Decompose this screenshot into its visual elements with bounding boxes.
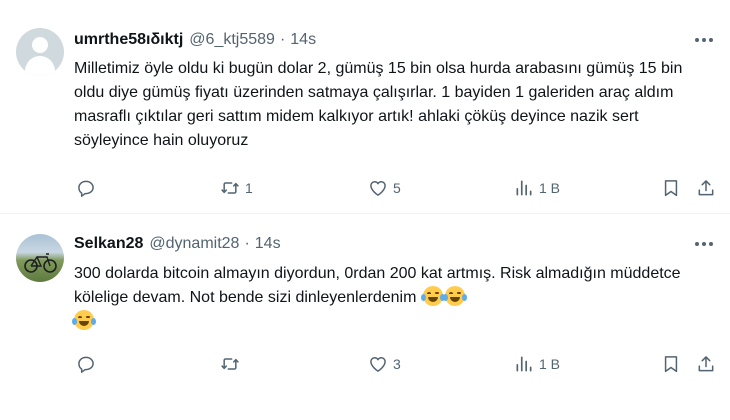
views-count: 1 B (539, 356, 561, 372)
tweet-1[interactable]: umrthe58ıδıktj @6_ktj5589 · 14s Milletim… (0, 0, 730, 213)
like-count: 3 (393, 356, 401, 372)
face-with-tears-of-joy-icon (442, 286, 467, 306)
display-name[interactable]: Selkan28 (74, 235, 143, 253)
bookmark-button[interactable] (661, 352, 681, 376)
share-button[interactable] (696, 352, 716, 376)
more-icon[interactable] (692, 236, 716, 252)
views-count: 1 B (539, 180, 561, 196)
reply-icon (78, 180, 94, 197)
tweet-2[interactable]: Selkan28 @dynamit28 · 14s 300 dolarda bi… (0, 214, 730, 420)
bookmark-icon (664, 180, 678, 197)
views-icon (516, 356, 532, 372)
face-with-tears-of-joy-icon (420, 286, 445, 306)
reply-icon (78, 356, 94, 373)
avatar[interactable] (16, 234, 64, 282)
tweet-text-body: 300 dolarda bitcoin almayın diyordun, 0r… (74, 265, 681, 306)
reply-button[interactable] (76, 352, 101, 376)
separator-dot: · (279, 31, 286, 48)
avatar-head-shape (32, 37, 48, 53)
bicycle-icon (24, 253, 57, 273)
bookmark-button[interactable] (661, 176, 681, 200)
tweet-text: 300 dolarda bitcoin almayın diyordun, 0r… (72, 262, 714, 334)
avatar[interactable] (16, 28, 64, 76)
heart-icon (370, 357, 386, 372)
action-bar: 3 1 B (74, 352, 724, 376)
share-icon (698, 180, 714, 196)
separator-dot: · (244, 235, 250, 252)
more-icon[interactable] (692, 32, 716, 48)
timestamp[interactable]: 14s (255, 235, 281, 253)
share-button[interactable] (696, 176, 716, 200)
timestamp[interactable]: 14s (290, 31, 316, 49)
tweet-text: Milletimiz öyle oldu ki bugün dolar 2, g… (74, 60, 683, 149)
tweet-header: Selkan28 @dynamit28 · 14s (74, 234, 281, 254)
share-icon (698, 356, 714, 372)
avatar-body-shape (25, 56, 55, 76)
like-count: 5 (393, 180, 401, 196)
retweet-count: 1 (245, 180, 253, 196)
tweet-header: umrthe58ıδıktj @6_ktj5589 · 14s (74, 30, 316, 50)
user-handle[interactable]: @6_ktj5589 (189, 31, 275, 49)
views-button[interactable]: 1 B (514, 352, 560, 376)
action-bar: 1 5 1 B (74, 176, 724, 200)
retweet-icon (221, 358, 239, 370)
retweet-icon (221, 182, 239, 194)
like-button[interactable]: 5 (368, 176, 401, 200)
views-icon (516, 180, 532, 196)
bookmark-icon (664, 356, 678, 373)
views-button[interactable]: 1 B (514, 176, 560, 200)
heart-icon (370, 181, 386, 196)
face-with-tears-of-joy-icon (72, 310, 96, 330)
retweet-button[interactable]: 1 (220, 176, 253, 200)
like-button[interactable]: 3 (368, 352, 401, 376)
display-name[interactable]: umrthe58ıδıktj (74, 31, 183, 49)
reply-button[interactable] (76, 176, 101, 200)
retweet-button[interactable] (220, 352, 245, 376)
user-handle[interactable]: @dynamit28 (149, 235, 239, 253)
